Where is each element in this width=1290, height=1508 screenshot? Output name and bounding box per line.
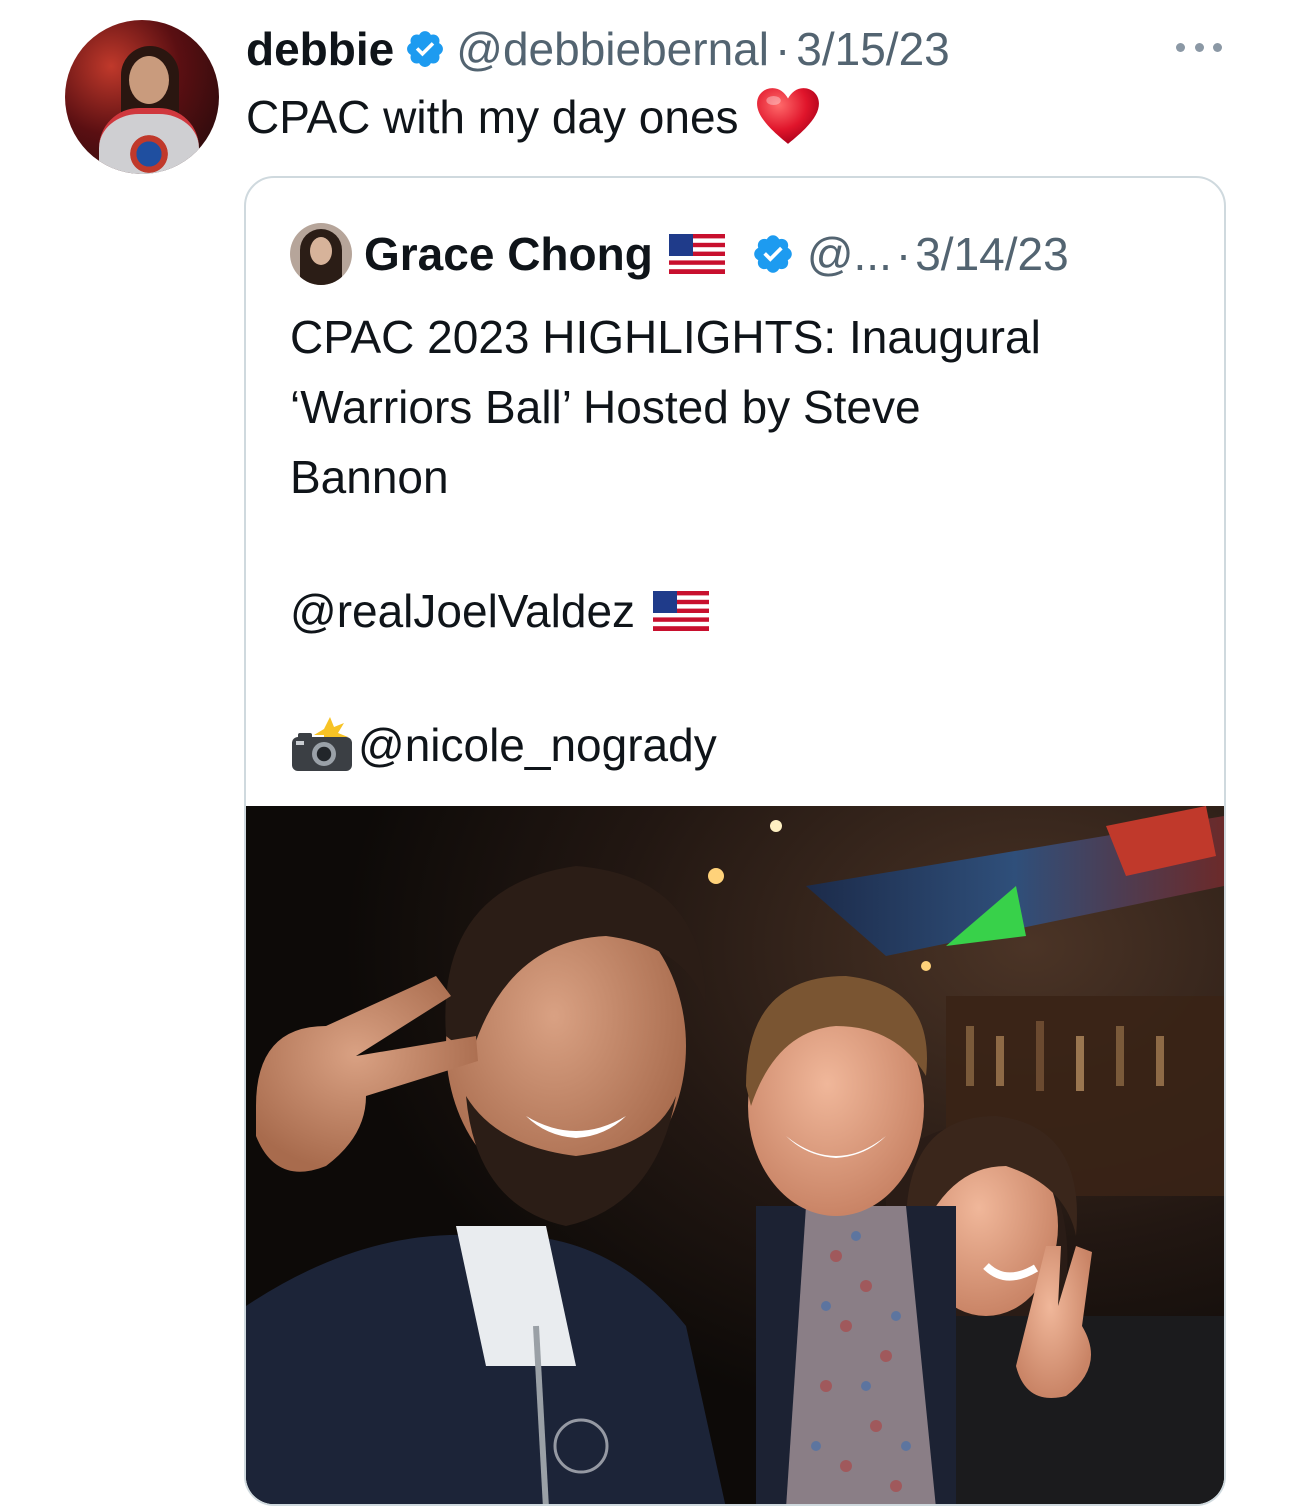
heart-icon — [756, 88, 819, 144]
author-avatar[interactable] — [65, 20, 219, 174]
mention-line-1: @realJoelValdez — [290, 576, 1190, 646]
tweet-header: debbie @debbiebernal · 3/15/23 — [246, 20, 950, 78]
more-options-icon[interactable] — [1176, 40, 1222, 54]
tweet-text: CPAC with my day ones — [246, 86, 821, 148]
photo-illustration — [246, 806, 1224, 1504]
quoted-tweet-card[interactable]: Grace Chong @... · 3/14/23 CPAC 2023 HIG… — [244, 176, 1226, 1506]
quoted-tweet-photo[interactable] — [246, 806, 1224, 1504]
mention-nicole-nogrady[interactable]: @nicole_nogrady — [358, 710, 717, 780]
quoted-author-handle: @... — [806, 228, 892, 280]
quoted-verified-badge-icon — [754, 235, 792, 273]
tweet-timestamp[interactable]: 3/15/23 — [796, 22, 949, 76]
quoted-author-display-name: Grace Chong — [364, 228, 653, 280]
quoted-header-separator: · — [895, 228, 912, 280]
quoted-text-line: CPAC 2023 HIGHLIGHTS: Inaugural — [290, 311, 1041, 363]
tweet-text-content: CPAC with my day ones — [246, 91, 739, 143]
mention-real-joel-valdez[interactable]: @realJoelValdez — [290, 576, 635, 646]
quoted-tweet-header: Grace Chong @... · 3/14/23 — [290, 222, 1069, 286]
quoted-tweet-text: CPAC 2023 HIGHLIGHTS: Inaugural ‘Warrior… — [290, 302, 1190, 780]
us-flag-icon — [668, 234, 725, 274]
author-display-name[interactable]: debbie — [246, 22, 394, 76]
header-separator: · — [774, 23, 791, 75]
author-handle[interactable]: @debbiebernal — [456, 22, 769, 76]
quoted-author-avatar — [290, 223, 352, 285]
quoted-text-line: Bannon — [290, 451, 449, 503]
quoted-tweet-timestamp: 3/14/23 — [915, 228, 1069, 280]
verified-badge-icon[interactable] — [404, 28, 446, 70]
us-flag-icon — [653, 591, 710, 631]
mention-line-2: @nicole_nogrady — [290, 710, 1190, 780]
quoted-text-line: ‘Warriors Ball’ Hosted by Steve — [290, 381, 921, 433]
camera-flash-icon — [292, 717, 352, 771]
